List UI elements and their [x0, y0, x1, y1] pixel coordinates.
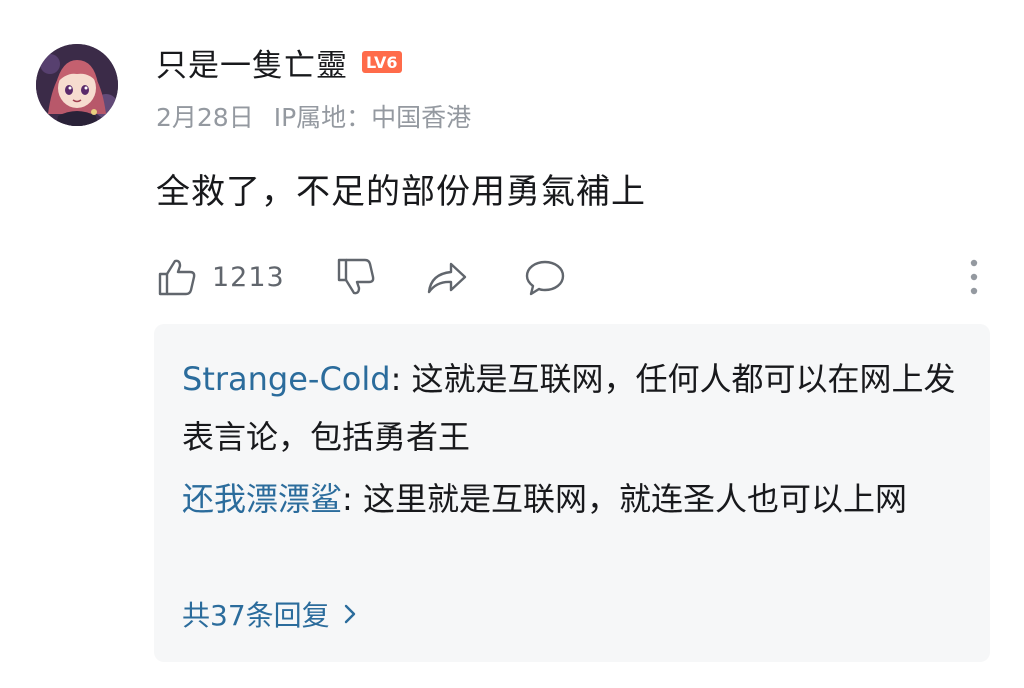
reply-author[interactable]: 还我漂漂鲨: [182, 480, 342, 518]
comment-header: 只是一隻亡靈 LV6: [156, 40, 402, 84]
more-replies-label: 共37条回复: [182, 599, 330, 632]
comment-card: 只是一隻亡靈 LV6 2月28日 IP属地：中国香港 全救了，不足的部份用勇氣補…: [0, 0, 1024, 688]
thumbs-up-icon: [158, 259, 196, 296]
avatar[interactable]: [36, 44, 118, 126]
comment-meta: 2月28日 IP属地：中国香港: [156, 96, 471, 136]
more-options-button[interactable]: [968, 258, 980, 296]
reply-item[interactable]: Strange-Cold: 这就是互联网，任何人都可以在网上发表言论，包括勇者王: [182, 350, 972, 466]
more-vertical-icon: [970, 259, 978, 295]
action-bar: 1213: [156, 254, 986, 300]
like-count: 1213: [212, 261, 285, 293]
level-badge: LV6: [362, 51, 402, 73]
reply-item[interactable]: 还我漂漂鲨: 这里就是互联网，就连圣人也可以上网: [182, 470, 972, 528]
reply-preview-box[interactable]: Strange-Cold: 这就是互联网，任何人都可以在网上发表言论，包括勇者王…: [154, 324, 990, 662]
chevron-right-icon: [344, 604, 355, 624]
comment-date: 2月28日: [156, 103, 254, 132]
reply-separator: :: [390, 360, 402, 398]
share-icon: [427, 262, 466, 294]
comment-text: 全救了，不足的部份用勇氣補上: [156, 172, 646, 212]
username[interactable]: 只是一隻亡靈: [156, 40, 348, 85]
view-more-replies-link[interactable]: 共37条回复: [182, 594, 358, 634]
reply-author[interactable]: Strange-Cold: [182, 360, 391, 398]
reply-separator: :: [342, 480, 353, 518]
like-button[interactable]: 1213: [156, 256, 285, 298]
dislike-button[interactable]: [335, 256, 377, 298]
reply-button[interactable]: [523, 256, 567, 298]
avatar-image: [36, 44, 118, 126]
comment-icon: [525, 260, 564, 296]
ip-location: IP属地：中国香港: [273, 103, 472, 132]
reply-text: 这里就是互联网，就连圣人也可以上网: [352, 480, 907, 518]
thumbs-down-icon: [337, 258, 375, 295]
share-button[interactable]: [425, 256, 469, 298]
